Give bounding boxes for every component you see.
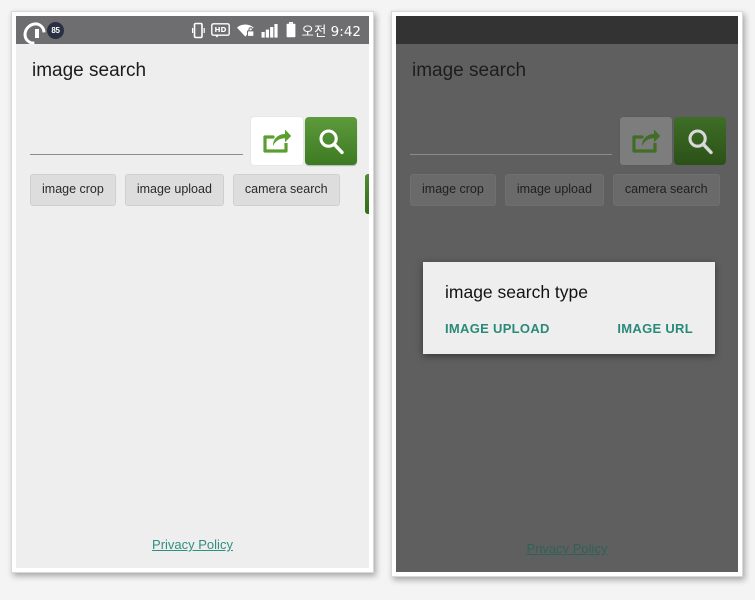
action-chip-row-left: image crop image upload camera search (16, 174, 369, 214)
dialog-action-row: IMAGE UPLOAD IMAGE URL (445, 321, 693, 336)
chip-image-crop-dimmed[interactable]: image crop (410, 174, 496, 206)
vibrate-phone-icon (191, 22, 205, 38)
search-icon (688, 129, 713, 155)
share-button-dimmed[interactable] (620, 117, 672, 165)
offscreen-green-button[interactable] (365, 174, 369, 214)
wifi-secure-icon (236, 23, 254, 37)
search-icon (319, 129, 344, 155)
hd-badge-icon: HD (210, 22, 230, 38)
app-logo-icon (23, 22, 40, 39)
screenshot-stage: 85 HD 오전 9:42 image search image crop im… (0, 0, 755, 600)
image-search-type-dialog: image search type IMAGE UPLOAD IMAGE URL (423, 262, 715, 354)
content-area-left (16, 226, 369, 568)
search-row-right (396, 86, 738, 172)
page-title: image search (32, 60, 147, 81)
notification-badge: 85 (47, 21, 64, 39)
search-button-dimmed[interactable] (674, 117, 726, 165)
phone-screen-right: image search image crop image upload cam… (396, 16, 738, 572)
share-icon (263, 129, 292, 153)
chip-image-upload-dimmed[interactable]: image upload (504, 174, 604, 206)
search-input-dimmed[interactable] (410, 154, 612, 155)
action-chip-row-right: image crop image upload camera search (396, 174, 738, 206)
image-url-button[interactable]: IMAGE URL (617, 321, 693, 336)
chip-image-crop[interactable]: image crop (30, 174, 116, 206)
search-input[interactable] (30, 154, 243, 155)
phone-screen-left: 85 HD 오전 9:42 image search image crop im… (16, 16, 369, 568)
chip-image-upload[interactable]: image upload (124, 174, 224, 206)
app-body-left: image search image crop image upload cam… (16, 44, 369, 568)
share-icon (632, 129, 661, 153)
status-bar-clock: 오전 9:42 (301, 24, 361, 40)
dialog-title: image search type (445, 282, 588, 302)
search-button[interactable] (305, 117, 357, 165)
chip-camera-search[interactable]: camera search (232, 174, 340, 206)
image-upload-button[interactable]: IMAGE UPLOAD (445, 321, 550, 336)
privacy-policy-link-dimmed[interactable]: Privacy Policy (396, 541, 738, 556)
status-bar-right-group: HD 오전 9:42 (191, 20, 361, 40)
privacy-policy-link[interactable]: Privacy Policy (16, 537, 369, 552)
page-title-dimmed: image search (412, 60, 527, 81)
battery-icon (286, 22, 295, 38)
chip-camera-search-dimmed[interactable]: camera search (612, 174, 720, 206)
status-bar-left: 85 HD 오전 9:42 (16, 16, 369, 44)
signal-bars-icon (261, 23, 278, 38)
search-row-left (16, 86, 369, 172)
share-button[interactable] (251, 117, 303, 165)
app-body-right: image search image crop image upload cam… (396, 44, 738, 572)
status-bar-right (396, 16, 738, 44)
status-bar-left-group: 85 (23, 21, 64, 39)
phone-screenshot-left: 85 HD 오전 9:42 image search image crop im… (11, 11, 374, 573)
phone-screenshot-right: image search image crop image upload cam… (391, 11, 743, 577)
svg-text:HD: HD (214, 25, 226, 34)
